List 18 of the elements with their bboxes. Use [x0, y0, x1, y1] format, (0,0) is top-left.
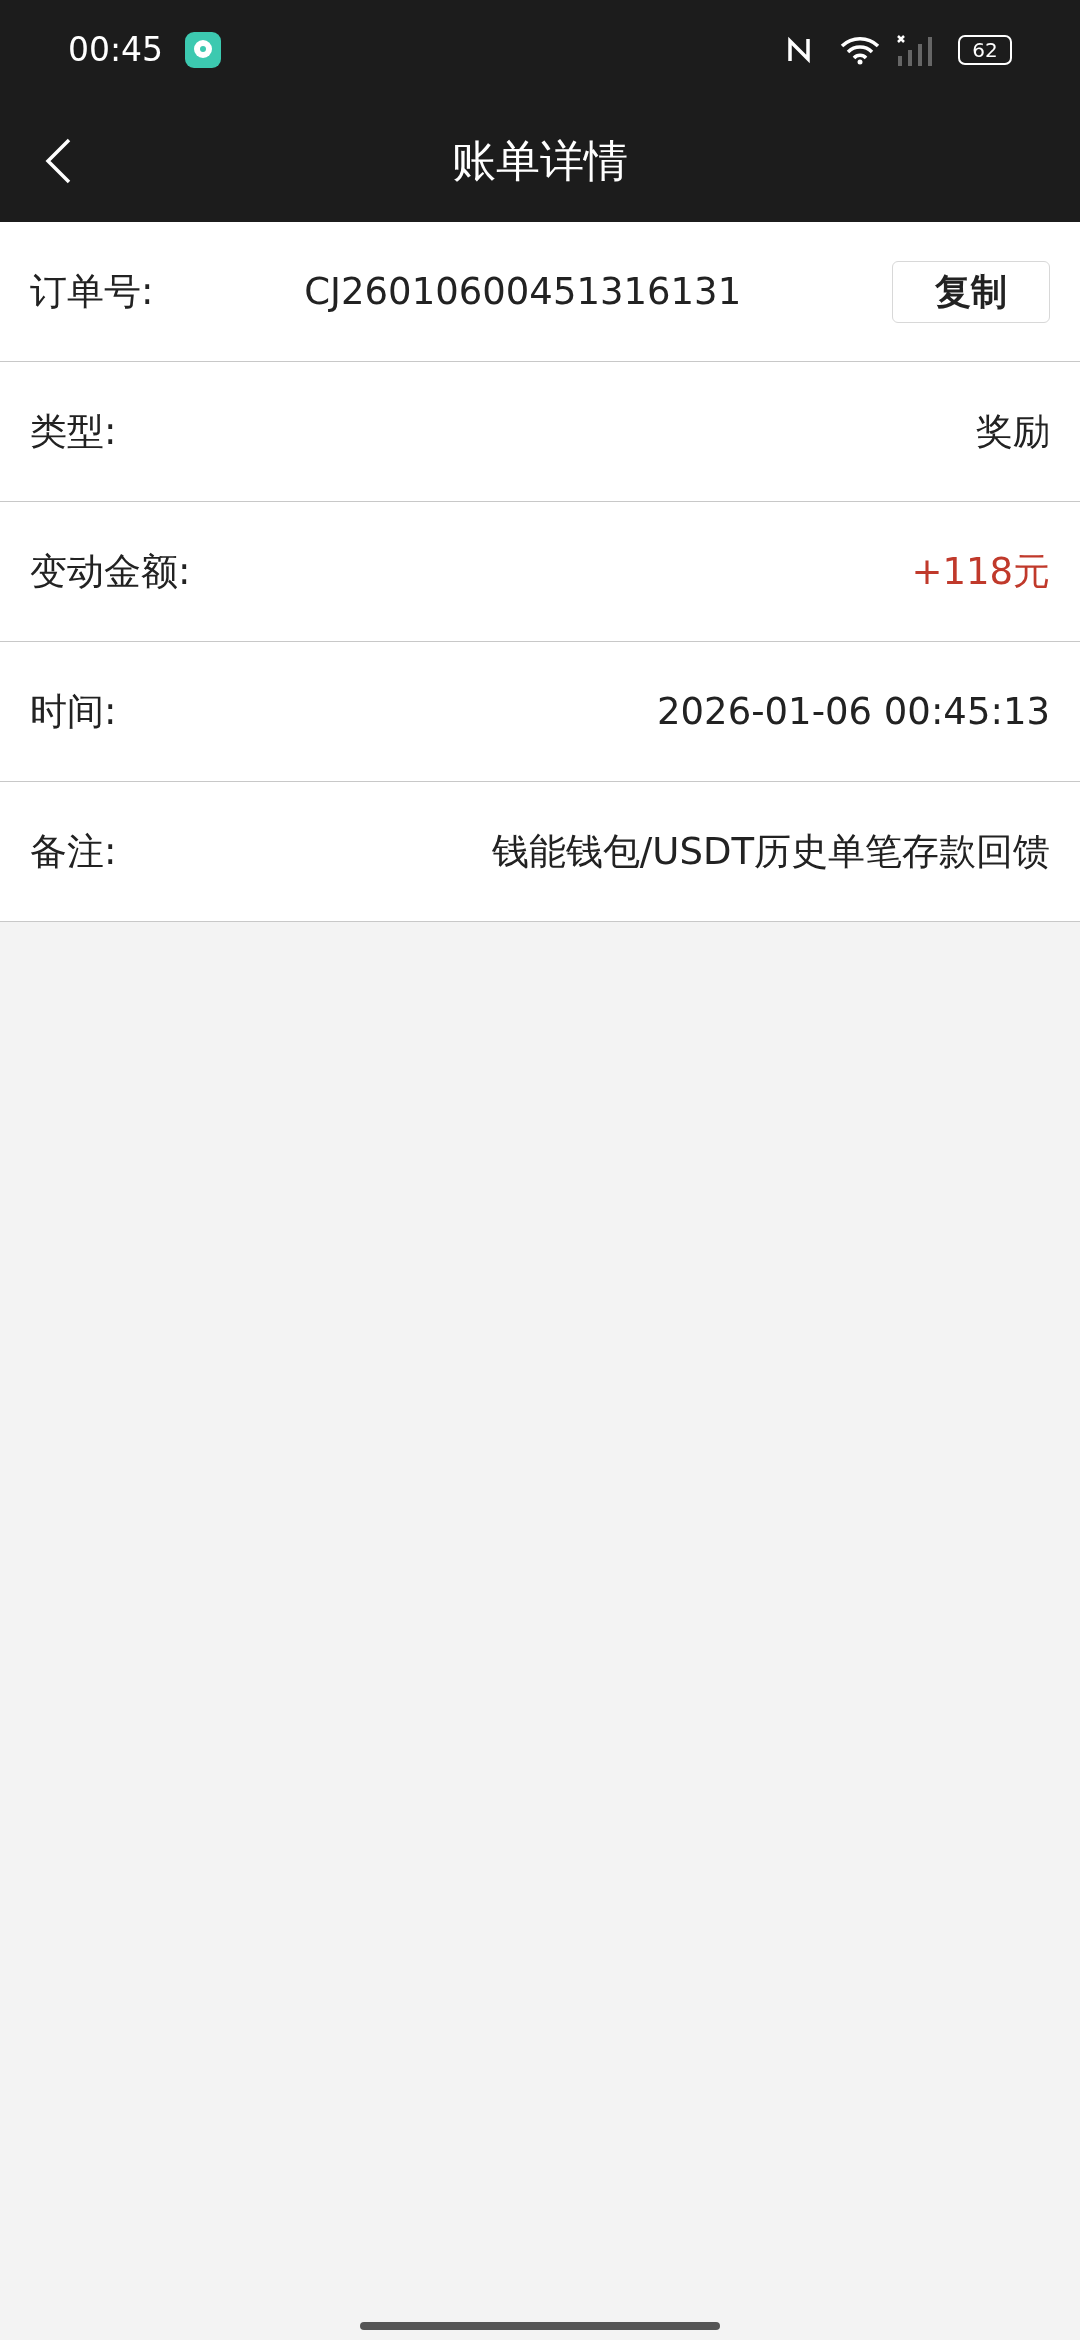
field-label: 变动金额: [30, 548, 191, 595]
page-title: 账单详情 [452, 134, 628, 188]
field-label: 订单号: [30, 268, 154, 315]
copy-button[interactable]: 复制 [892, 260, 1050, 323]
field-value: 钱能钱包/USDT历史单笔存款回馈 [491, 828, 1050, 875]
app-notification-icon [185, 32, 222, 68]
field-label: 类型: [30, 408, 117, 455]
field-value: CJ26010600451316131 [303, 268, 743, 315]
wifi-icon [840, 35, 880, 65]
nfc-icon [786, 35, 812, 65]
field-value: 奖励 [976, 408, 1050, 455]
back-icon[interactable] [43, 137, 73, 185]
field-value: +118元 [911, 548, 1050, 595]
field-label: 备注: [30, 828, 117, 875]
field-label: 时间: [30, 688, 117, 735]
field-value: 2026-01-06 00:45:13 [657, 688, 1050, 735]
status-time: 00:45 [68, 29, 164, 72]
battery-indicator: 62 [958, 35, 1012, 65]
